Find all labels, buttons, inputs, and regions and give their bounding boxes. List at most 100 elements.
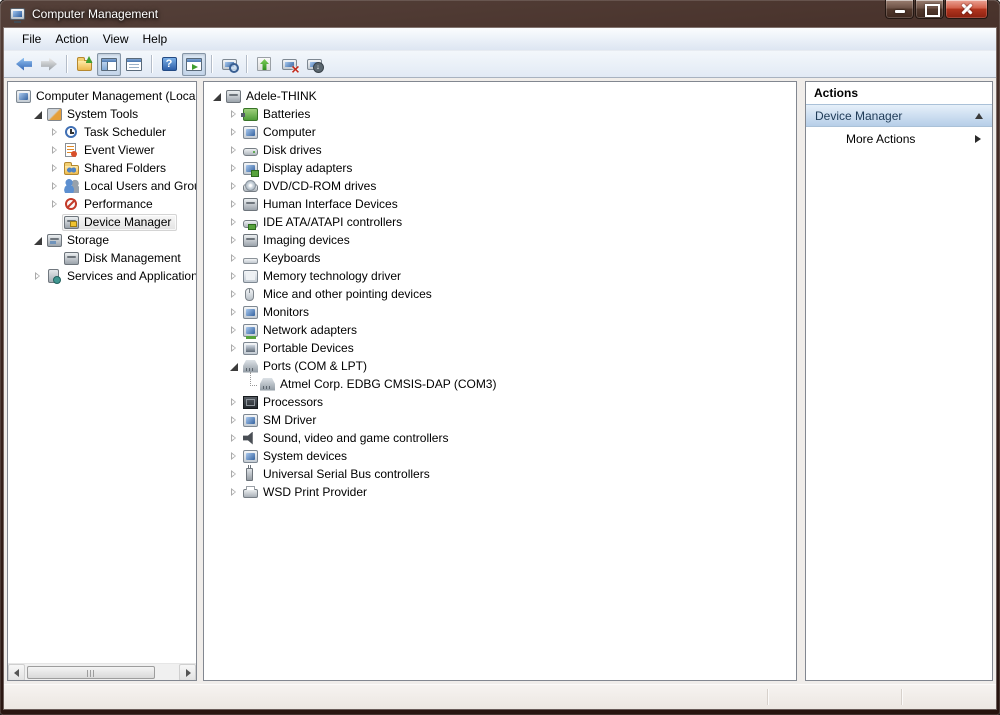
show-console-tree-button[interactable] xyxy=(97,53,121,76)
expander-icon[interactable] xyxy=(48,143,62,157)
tree-item-content[interactable]: Atmel Corp. EDBG CMSIS-DAP (COM3) xyxy=(258,376,502,393)
tree-item-content[interactable]: Local Users and Groups xyxy=(62,178,196,195)
tree-item[interactable]: Sound, video and game controllers xyxy=(204,429,796,447)
tree-item[interactable]: Adele-THINK xyxy=(204,87,796,105)
tree-item-content[interactable]: Mice and other pointing devices xyxy=(241,286,438,303)
tree-item-content[interactable]: Batteries xyxy=(241,106,316,123)
tree-item-content[interactable]: Event Viewer xyxy=(62,142,160,159)
tree-item-content[interactable]: Portable Devices xyxy=(241,340,360,357)
tree-item[interactable]: Local Users and Groups xyxy=(8,177,196,195)
tree-item-content[interactable]: Device Manager xyxy=(62,214,177,231)
expander-icon[interactable] xyxy=(227,413,241,427)
tree-item[interactable]: Disk Management xyxy=(8,249,196,267)
show-action-pane-button[interactable] xyxy=(182,53,206,76)
minimize-button[interactable] xyxy=(885,0,914,19)
tree-item[interactable]: Human Interface Devices xyxy=(204,195,796,213)
expander-icon[interactable] xyxy=(227,485,241,499)
tree-item-content[interactable]: Universal Serial Bus controllers xyxy=(241,466,436,483)
scan-hardware-changes-button[interactable] xyxy=(302,53,326,76)
back-button[interactable] xyxy=(12,53,36,76)
tree-item-content[interactable]: Services and Applications xyxy=(45,268,196,285)
help-button[interactable] xyxy=(157,53,181,76)
expander-icon[interactable] xyxy=(48,179,62,193)
tree-item-content[interactable]: Network adapters xyxy=(241,322,363,339)
expander-icon[interactable] xyxy=(31,107,45,121)
close-button[interactable] xyxy=(945,0,988,19)
expander-icon[interactable] xyxy=(227,287,241,301)
expander-icon[interactable] xyxy=(48,125,62,139)
tree-item[interactable]: Memory technology driver xyxy=(204,267,796,285)
tree-item-content[interactable]: Monitors xyxy=(241,304,315,321)
tree-item[interactable]: Task Scheduler xyxy=(8,123,196,141)
expander-icon[interactable] xyxy=(227,449,241,463)
expander-icon[interactable] xyxy=(227,467,241,481)
expander-icon[interactable] xyxy=(227,269,241,283)
scrollbar-thumb[interactable] xyxy=(27,666,155,679)
tree-item-content[interactable]: System Tools xyxy=(45,106,144,123)
tree-item[interactable]: Keyboards xyxy=(204,249,796,267)
menu-action[interactable]: Action xyxy=(48,29,95,49)
menu-file[interactable]: File xyxy=(15,29,48,49)
tree-item-content[interactable]: SM Driver xyxy=(241,412,322,429)
scrollbar-track[interactable] xyxy=(25,666,179,679)
expander-icon[interactable] xyxy=(227,197,241,211)
tree-item-content[interactable]: Memory technology driver xyxy=(241,268,407,285)
tree-item[interactable]: Event Viewer xyxy=(8,141,196,159)
expander-icon[interactable] xyxy=(227,431,241,445)
expander-icon[interactable] xyxy=(227,305,241,319)
scroll-left-button[interactable] xyxy=(8,664,25,681)
tree-item-content[interactable]: Computer Management (Local xyxy=(14,88,196,105)
tree-item[interactable]: SM Driver xyxy=(204,411,796,429)
expander-icon[interactable] xyxy=(48,215,62,229)
menu-view[interactable]: View xyxy=(96,29,136,49)
tree-item-content[interactable]: Computer xyxy=(241,124,322,141)
expander-icon[interactable] xyxy=(227,125,241,139)
tree-item-content[interactable]: DVD/CD-ROM drives xyxy=(241,178,382,195)
tree-item[interactable]: Computer xyxy=(204,123,796,141)
expander-icon[interactable] xyxy=(227,143,241,157)
tree-item[interactable]: IDE ATA/ATAPI controllers xyxy=(204,213,796,231)
expander-icon[interactable] xyxy=(244,377,258,391)
tree-item-content[interactable]: Human Interface Devices xyxy=(241,196,404,213)
horizontal-scrollbar[interactable] xyxy=(8,663,196,680)
tree-item-content[interactable]: Disk Management xyxy=(62,250,187,267)
tree-item[interactable]: DVD/CD-ROM drives xyxy=(204,177,796,195)
tree-item[interactable]: Atmel Corp. EDBG CMSIS-DAP (COM3) xyxy=(204,375,796,393)
maximize-button[interactable] xyxy=(915,0,944,19)
tree-item[interactable]: System devices xyxy=(204,447,796,465)
tree-item[interactable]: System Tools xyxy=(8,105,196,123)
tree-item[interactable]: Performance xyxy=(8,195,196,213)
more-actions-item[interactable]: More Actions xyxy=(806,127,992,151)
tree-item-content[interactable]: Shared Folders xyxy=(62,160,172,177)
tree-item[interactable]: Services and Applications xyxy=(8,267,196,285)
tree-item[interactable]: Computer Management (Local xyxy=(8,87,196,105)
tree-item-content[interactable]: System devices xyxy=(241,448,353,465)
expander-icon[interactable] xyxy=(227,161,241,175)
tree-item[interactable]: Imaging devices xyxy=(204,231,796,249)
actions-group-device-manager[interactable]: Device Manager xyxy=(806,104,992,127)
expander-icon[interactable] xyxy=(227,215,241,229)
tree-item[interactable]: WSD Print Provider xyxy=(204,483,796,501)
tree-item-content[interactable]: Ports (COM & LPT) xyxy=(241,358,373,375)
expander-icon[interactable] xyxy=(227,233,241,247)
tree-item-content[interactable]: Imaging devices xyxy=(241,232,356,249)
tree-item[interactable]: Portable Devices xyxy=(204,339,796,357)
expander-icon[interactable] xyxy=(31,269,45,283)
tree-item[interactable]: Batteries xyxy=(204,105,796,123)
scroll-right-button[interactable] xyxy=(179,664,196,681)
tree-item[interactable]: Storage xyxy=(8,231,196,249)
properties-button[interactable] xyxy=(122,53,146,76)
tree-item[interactable]: Network adapters xyxy=(204,321,796,339)
tree-item[interactable]: Processors xyxy=(204,393,796,411)
tree-item[interactable]: Monitors xyxy=(204,303,796,321)
expander-icon[interactable] xyxy=(227,251,241,265)
tree-item-content[interactable]: Display adapters xyxy=(241,160,358,177)
expander-icon[interactable] xyxy=(227,395,241,409)
tree-item-content[interactable]: Storage xyxy=(45,232,115,249)
forward-button[interactable] xyxy=(37,53,61,76)
uninstall-device-button[interactable] xyxy=(277,53,301,76)
tree-item-content[interactable]: Performance xyxy=(62,196,159,213)
tree-item-content[interactable]: Keyboards xyxy=(241,250,326,267)
expander-icon[interactable] xyxy=(227,107,241,121)
expander-icon[interactable] xyxy=(210,89,224,103)
